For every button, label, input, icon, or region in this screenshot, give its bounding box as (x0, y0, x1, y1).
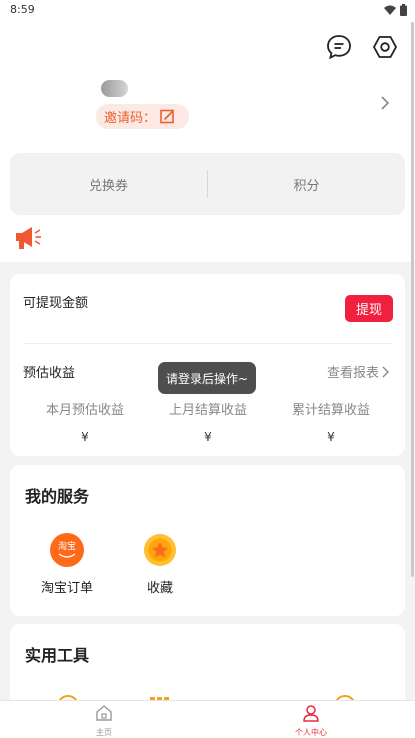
favorites-item[interactable]: 收藏 (120, 533, 200, 596)
bottom-tab-bar: 主页 个人中心 (0, 700, 415, 738)
avatar[interactable] (101, 80, 128, 97)
wifi-icon (384, 5, 396, 15)
settings-hexagon-icon (372, 36, 398, 58)
stat-value: ¥ (204, 430, 212, 444)
invite-code-label: 邀请码： (104, 111, 157, 126)
chevron-right-icon (382, 366, 390, 377)
chevron-right-icon[interactable] (378, 96, 392, 110)
home-icon (96, 705, 112, 721)
settings-button[interactable] (371, 33, 399, 61)
tools-title: 实用工具 (25, 646, 90, 665)
services-title: 我的服务 (25, 487, 90, 506)
person-icon (303, 705, 319, 722)
taobao-badge-text: 淘宝 (58, 540, 76, 552)
estimate-label: 预估收益 (23, 366, 76, 381)
invite-code-badge[interactable]: 邀请码： (96, 104, 189, 129)
divider (23, 343, 393, 344)
login-toast: 请登录后操作~ (158, 362, 256, 394)
service-label: 收藏 (146, 581, 173, 596)
megaphone-icon (16, 227, 41, 249)
points-button[interactable]: 积分 (208, 175, 405, 194)
stat-title: 累计结算收益 (291, 403, 370, 418)
tab-profile[interactable]: 个人中心 (281, 704, 341, 738)
status-time: 8:59 (10, 3, 35, 16)
stat-value: ¥ (327, 430, 335, 444)
view-report-label: 查看报表 (327, 366, 380, 381)
scrollbar[interactable] (411, 22, 414, 577)
favorite-star-icon (144, 534, 176, 566)
services-card: 我的服务 淘宝 淘宝订单 收藏 (10, 465, 405, 616)
tab-home[interactable]: 主页 (74, 704, 134, 738)
voucher-button[interactable]: 兑换券 (10, 175, 207, 194)
tab-label: 个人中心 (295, 728, 327, 737)
stat-title: 上月结算收益 (168, 403, 247, 418)
message-button[interactable] (325, 33, 353, 61)
tab-label: 主页 (96, 728, 112, 737)
chat-bubble-icon (327, 35, 351, 60)
view-report-link[interactable]: 查看报表 (327, 362, 390, 381)
status-icons (384, 4, 407, 16)
stat-value: ¥ (81, 430, 89, 444)
withdrawable-label: 可提现金额 (23, 296, 89, 311)
withdraw-button[interactable]: 提现 (345, 295, 393, 322)
exchange-card: 兑换券 积分 (10, 153, 405, 215)
stat-cumulative: 累计结算收益 ¥ (269, 399, 393, 444)
stat-this-month: 本月预估收益 ¥ (23, 399, 147, 444)
status-bar: 8:59 (0, 0, 415, 22)
stat-title: 本月预估收益 (45, 403, 124, 418)
stat-last-month: 上月结算收益 ¥ (146, 399, 270, 444)
taobao-orders-item[interactable]: 淘宝 淘宝订单 (27, 533, 107, 596)
taobao-icon: 淘宝 (50, 533, 84, 567)
battery-icon (400, 4, 407, 16)
edit-icon (160, 109, 174, 124)
service-label: 淘宝订单 (40, 581, 93, 596)
profile-header: 邀请码： 兑换券 积分 (0, 22, 415, 262)
